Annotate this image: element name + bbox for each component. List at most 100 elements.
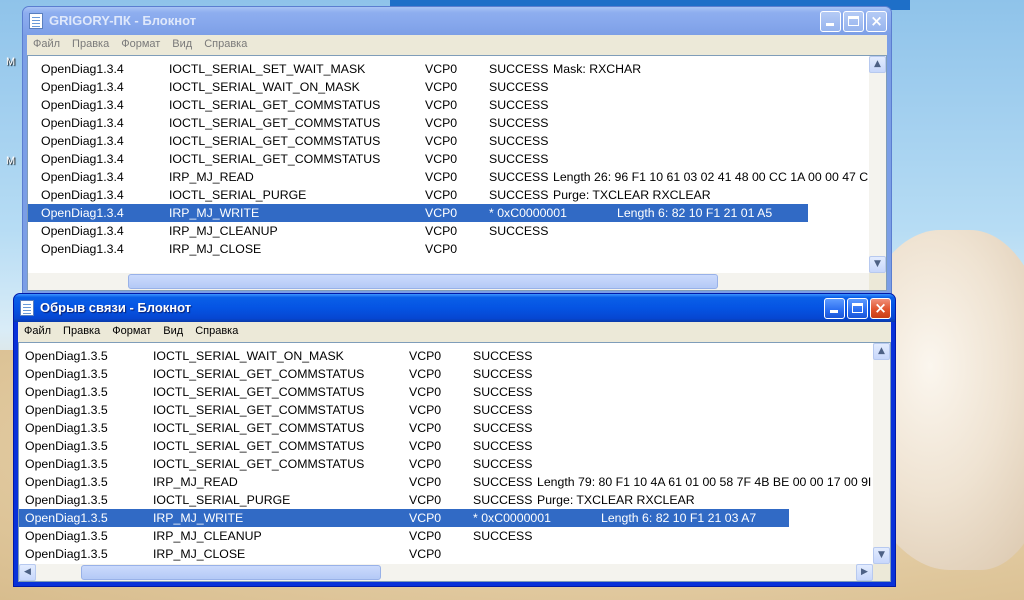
close-button[interactable]: × (870, 298, 891, 319)
menu-help[interactable]: Справка (189, 322, 244, 342)
log-line[interactable]: OpenDiag1.3.5 IOCTL_SERIAL_GET_COMMSTATUS… (19, 455, 873, 473)
scroll-left-arrow[interactable]: ◀ (19, 564, 36, 581)
close-button[interactable]: × (866, 11, 887, 32)
log-line-selected[interactable]: OpenDiag1.3.5 IRP_MJ_WRITE VCP0 * 0xC000000… (19, 509, 789, 527)
log-proc: OpenDiag1.3.5 (25, 511, 108, 525)
text-editor[interactable]: OpenDiag1.3.4 IOCTL_SERIAL_SET_WAIT_MASK V… (27, 55, 887, 291)
horizontal-scrollbar[interactable] (28, 273, 869, 290)
log-line[interactable]: OpenDiag1.3.5 IRP_MJ_CLOSE VCP0 (19, 545, 873, 563)
log-op: IRP_MJ_CLOSE (153, 547, 246, 561)
log-dev: VCP0 (425, 62, 458, 76)
menu-edit[interactable]: Правка (66, 35, 115, 55)
log-dev: VCP0 (409, 457, 442, 471)
log-result: SUCCESS (489, 62, 549, 76)
window-title: GRIGORY-ПК - Блокнот (49, 13, 197, 28)
log-line[interactable]: OpenDiag1.3.5 IOCTL_SERIAL_GET_COMMSTATUS… (19, 437, 873, 455)
log-op: IOCTL_SERIAL_GET_COMMSTATUS (153, 439, 365, 453)
log-op: IRP_MJ_CLEANUP (153, 529, 262, 543)
log-line[interactable]: OpenDiag1.3.5 IRP_MJ_READ VCP0 SUCCESS Lengt… (19, 473, 873, 491)
notepad-icon (20, 300, 34, 316)
log-line[interactable]: OpenDiag1.3.5 IOCTL_SERIAL_GET_COMMSTATUS… (19, 365, 873, 383)
menu-file[interactable]: Файл (18, 322, 57, 342)
scroll-thumb[interactable] (81, 565, 381, 580)
log-proc: OpenDiag1.3.4 (41, 80, 124, 94)
log-lines: OpenDiag1.3.4 IOCTL_SERIAL_SET_WAIT_MASK V… (28, 60, 869, 258)
log-line[interactable]: OpenDiag1.3.5 IOCTL_SERIAL_GET_COMMSTATUS… (19, 401, 873, 419)
text-editor[interactable]: OpenDiag1.3.5 IOCTL_SERIAL_WAIT_ON_MASK VC… (18, 342, 891, 582)
scroll-up-arrow[interactable]: ▲ (873, 343, 890, 360)
log-dev: VCP0 (425, 80, 458, 94)
vertical-scrollbar[interactable]: ▲ ▼ (869, 56, 886, 273)
log-proc: OpenDiag1.3.5 (25, 421, 108, 435)
log-result: SUCCESS (489, 80, 549, 94)
log-op: IRP_MJ_CLOSE (169, 242, 262, 256)
log-dev: VCP0 (425, 116, 458, 130)
log-result: SUCCESS (473, 529, 533, 543)
menu-edit[interactable]: Правка (57, 322, 106, 342)
log-proc: OpenDiag1.3.5 (25, 385, 108, 399)
log-line-selected[interactable]: OpenDiag1.3.4 IRP_MJ_WRITE VCP0 * 0xC000000… (28, 204, 808, 222)
log-dev: VCP0 (409, 403, 442, 417)
menu-view[interactable]: Вид (166, 35, 198, 55)
log-line[interactable]: OpenDiag1.3.4 IRP_MJ_CLOSE VCP0 (28, 240, 869, 258)
log-detail: Purge: TXCLEAR RXCLEAR (553, 188, 711, 202)
log-op: IOCTL_SERIAL_WAIT_ON_MASK (153, 349, 344, 363)
log-dev: VCP0 (409, 385, 442, 399)
minimize-button[interactable] (824, 298, 845, 319)
desktop-icon-label[interactable]: М (6, 56, 15, 68)
menu-format[interactable]: Формат (115, 35, 166, 55)
log-line[interactable]: OpenDiag1.3.4 IOCTL_SERIAL_PURGE VCP0 SUCCE… (28, 186, 869, 204)
log-result: SUCCESS (473, 475, 533, 489)
log-line[interactable]: OpenDiag1.3.4 IOCTL_SERIAL_GET_COMMSTATUS… (28, 114, 869, 132)
notepad-icon (29, 13, 43, 29)
scroll-thumb[interactable] (128, 274, 718, 289)
menu-view[interactable]: Вид (157, 322, 189, 342)
scroll-down-arrow[interactable]: ▼ (869, 256, 886, 273)
maximize-button[interactable] (843, 11, 864, 32)
log-dev: VCP0 (409, 367, 442, 381)
log-proc: OpenDiag1.3.4 (41, 62, 124, 76)
menu-file[interactable]: Файл (27, 35, 66, 55)
maximize-button[interactable] (847, 298, 868, 319)
scroll-right-arrow[interactable]: ▶ (856, 564, 873, 581)
log-proc: OpenDiag1.3.4 (41, 188, 124, 202)
notepad-window-grigory[interactable]: GRIGORY-ПК - Блокнот × Файл Правка Формат В… (22, 6, 892, 296)
log-dev: VCP0 (409, 529, 442, 543)
horizontal-scrollbar[interactable]: ◀ ▶ (19, 564, 873, 581)
title-bar[interactable]: Обрыв связи - Блокнот × (14, 294, 895, 322)
log-line[interactable]: OpenDiag1.3.4 IOCTL_SERIAL_GET_COMMSTATUS… (28, 96, 869, 114)
log-line[interactable]: OpenDiag1.3.4 IRP_MJ_READ VCP0 SUCCESS Lengt… (28, 168, 869, 186)
log-line[interactable]: OpenDiag1.3.5 IOCTL_SERIAL_GET_COMMSTATUS… (19, 383, 873, 401)
log-dev: VCP0 (409, 439, 442, 453)
log-result: SUCCESS (489, 98, 549, 112)
log-dev: VCP0 (425, 170, 458, 184)
menu-format[interactable]: Формат (106, 322, 157, 342)
log-op: IOCTL_SERIAL_GET_COMMSTATUS (153, 421, 365, 435)
log-detail: Length 26: 96 F1 10 61 03 02 41 48 00 CC… (553, 170, 869, 184)
log-line[interactable]: OpenDiag1.3.4 IOCTL_SERIAL_GET_COMMSTATUS… (28, 150, 869, 168)
log-result: SUCCESS (473, 493, 533, 507)
scroll-down-arrow[interactable]: ▼ (873, 547, 890, 564)
log-dev: VCP0 (409, 475, 442, 489)
log-line[interactable]: OpenDiag1.3.5 IOCTL_SERIAL_PURGE VCP0 SUCCE… (19, 491, 873, 509)
notepad-window-connection-loss[interactable]: Обрыв связи - Блокнот × Файл Правка Формат… (13, 293, 896, 587)
log-line[interactable]: OpenDiag1.3.4 IRP_MJ_CLEANUP VCP0 SUCCESS (28, 222, 869, 240)
title-bar[interactable]: GRIGORY-ПК - Блокнот × (23, 7, 891, 35)
log-op: IOCTL_SERIAL_PURGE (169, 188, 307, 202)
desktop-icon-label[interactable]: М (6, 155, 15, 167)
log-line[interactable]: OpenDiag1.3.4 IOCTL_SERIAL_SET_WAIT_MASK V… (28, 60, 869, 78)
log-proc: OpenDiag1.3.5 (25, 367, 108, 381)
log-line[interactable]: OpenDiag1.3.5 IOCTL_SERIAL_WAIT_ON_MASK VC… (19, 347, 873, 365)
log-result: SUCCESS (489, 188, 549, 202)
log-line[interactable]: OpenDiag1.3.4 IOCTL_SERIAL_WAIT_ON_MASK VC… (28, 78, 869, 96)
minimize-button[interactable] (820, 11, 841, 32)
menu-help[interactable]: Справка (198, 35, 253, 55)
log-line[interactable]: OpenDiag1.3.5 IRP_MJ_CLEANUP VCP0 SUCCESS (19, 527, 873, 545)
vertical-scrollbar[interactable]: ▲ ▼ (873, 343, 890, 564)
scroll-corner (869, 273, 886, 290)
menu-bar: Файл Правка Формат Вид Справка (18, 322, 891, 342)
log-line[interactable]: OpenDiag1.3.5 IOCTL_SERIAL_GET_COMMSTATUS… (19, 419, 873, 437)
log-dev: VCP0 (425, 188, 458, 202)
scroll-up-arrow[interactable]: ▲ (869, 56, 886, 73)
log-line[interactable]: OpenDiag1.3.4 IOCTL_SERIAL_GET_COMMSTATUS… (28, 132, 869, 150)
